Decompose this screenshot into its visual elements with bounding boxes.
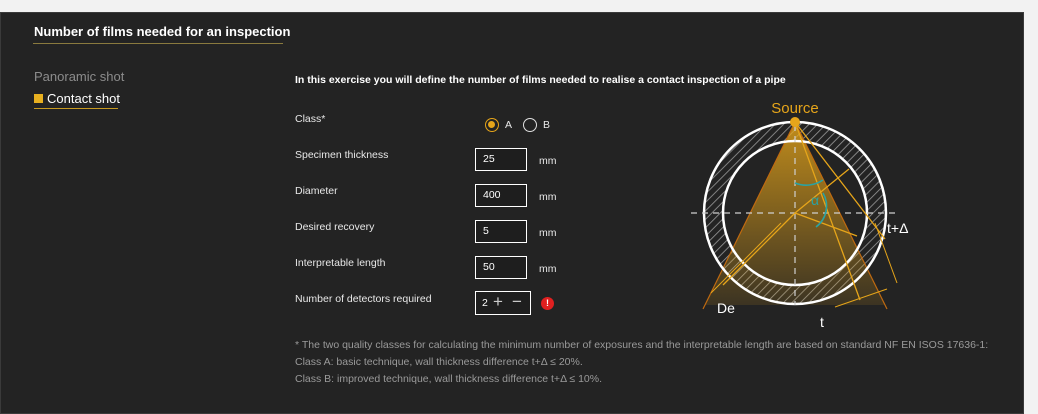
interpretable-length-input[interactable]: 50 (475, 256, 527, 279)
class-b-label: B (543, 119, 551, 131)
diameter-label: Diameter (295, 185, 338, 197)
sidebar-item-contact-shot[interactable]: Contact shot (34, 91, 120, 109)
increment-icon[interactable]: + (493, 292, 503, 312)
de-label: De (717, 300, 735, 316)
alert-icon[interactable]: ! (541, 297, 554, 310)
class-label: Class* (295, 113, 326, 125)
interpretable-length-unit: mm (539, 263, 557, 275)
source-dot (790, 117, 800, 127)
alpha-label: α (811, 192, 819, 208)
t-delta-label: t+Δ (887, 220, 908, 236)
sidebar-item-label: Panoramic shot (34, 69, 125, 84)
note-class-b: Class B: improved technique, wall thickn… (295, 373, 603, 385)
t-label: t (820, 314, 824, 330)
class-a-radio[interactable] (485, 118, 499, 132)
exercise-intro: In this exercise you will define the num… (295, 74, 786, 86)
interpretable-length-label: Interpretable length (295, 257, 386, 269)
pipe-diagram: α Source t+Δ De t (691, 100, 908, 330)
sidebar-item-label: Contact shot (47, 91, 120, 106)
desired-recovery-input[interactable]: 5 (475, 220, 527, 243)
note-class-a: Class A: basic technique, wall thickness… (295, 356, 583, 368)
active-underline (34, 108, 118, 109)
class-a-label: A (505, 119, 513, 131)
diameter-unit: mm (539, 191, 557, 203)
active-marker-icon (34, 94, 43, 103)
desired-recovery-label: Desired recovery (295, 221, 375, 233)
specimen-thickness-input[interactable]: 25 (475, 148, 527, 171)
source-label: Source (771, 100, 819, 117)
specimen-thickness-label: Specimen thickness (295, 149, 389, 161)
class-b-radio[interactable] (523, 118, 537, 132)
desired-recovery-unit: mm (539, 227, 557, 239)
decrement-icon[interactable]: − (512, 292, 522, 312)
detectors-label: Number of detectors required (295, 293, 432, 305)
note-standard: * The two quality classes for calculatin… (295, 339, 989, 351)
specimen-thickness-unit: mm (539, 155, 557, 167)
sidebar-item-panoramic-shot[interactable]: Panoramic shot (34, 69, 124, 84)
detectors-value: 2 (482, 297, 488, 309)
page-title: Number of films needed for an inspection (34, 24, 291, 39)
detectors-stepper: 2 + − (475, 291, 531, 315)
title-underline (33, 43, 283, 44)
diameter-input[interactable]: 400 (475, 184, 527, 207)
